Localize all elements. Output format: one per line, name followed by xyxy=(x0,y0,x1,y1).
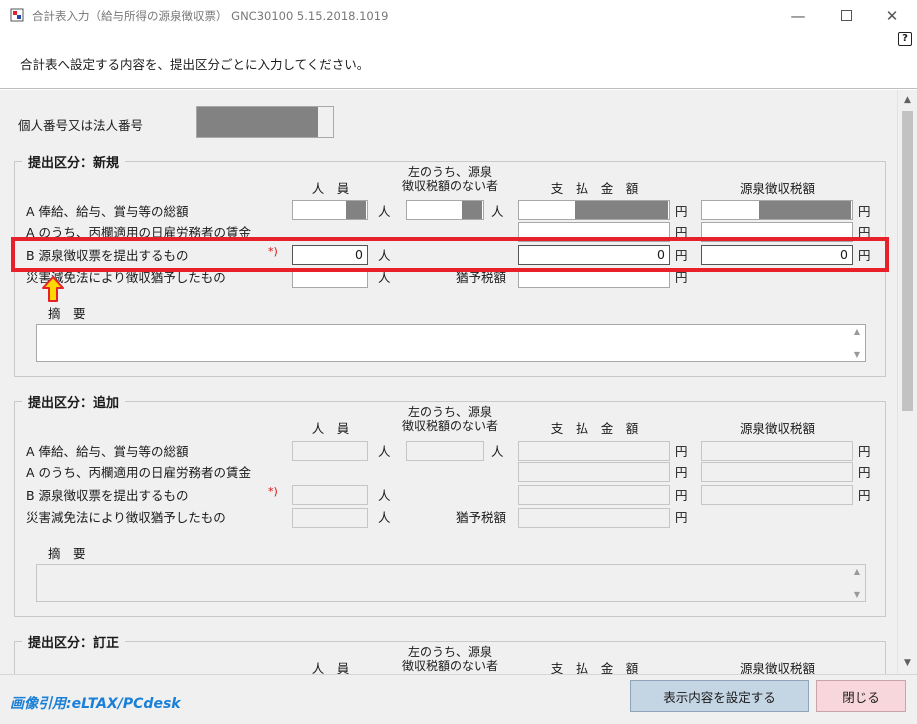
add-b-persons-input[interactable] xyxy=(292,485,368,505)
scroll-down-icon: ▼ xyxy=(853,590,861,599)
row-label-b: B 源泉徴収票を提出するもの xyxy=(26,488,189,503)
masked-value xyxy=(462,201,482,219)
scroll-down-icon: ▼ xyxy=(853,350,861,359)
bottom-bar: 画像引用:eLTAX/PCdesk 表示内容を設定する 閉じる xyxy=(0,674,917,724)
highlight-box xyxy=(11,237,889,272)
header-withholding: 源泉徴収税額 xyxy=(739,661,815,674)
unit-person: 人 xyxy=(491,444,504,459)
unit-yen: 円 xyxy=(675,204,688,219)
header-no-withholding-1: 左のうち、源泉 xyxy=(407,645,492,659)
header-payment: 支 払 金 額 xyxy=(550,181,639,196)
header-no-withholding-2: 徴収税額のない者 xyxy=(401,419,498,433)
section-correct-title: 提出区分：訂正 xyxy=(22,632,126,651)
masked-value xyxy=(759,201,851,219)
add-a2-withholding-input[interactable] xyxy=(701,462,853,482)
individual-number-label: 個人番号又は法人番号 xyxy=(18,118,144,133)
add-a1-withholding-input[interactable] xyxy=(701,441,853,461)
masked-value xyxy=(346,201,366,219)
header-withholding: 源泉徴収税額 xyxy=(739,421,815,436)
add-a1-persons-input[interactable] xyxy=(292,441,368,461)
add-d-deferred-input[interactable] xyxy=(518,508,670,528)
scrollbar-thumb[interactable] xyxy=(902,111,913,411)
unit-person: 人 xyxy=(378,488,391,503)
scroll-up-icon: ▲ xyxy=(853,327,861,336)
scroll-down-icon[interactable]: ▼ xyxy=(898,655,917,672)
unit-yen: 円 xyxy=(858,444,871,459)
unit-person: 人 xyxy=(378,444,391,459)
app-icon xyxy=(10,8,24,22)
maximize-icon xyxy=(840,10,852,21)
add-a1-payment-input[interactable] xyxy=(518,441,670,461)
header-no-withholding-1: 左のうち、源泉 xyxy=(407,405,492,419)
unit-person: 人 xyxy=(378,510,391,525)
minimize-button[interactable]: — xyxy=(775,0,821,31)
unit-yen: 円 xyxy=(858,465,871,480)
vertical-scrollbar[interactable]: ▲ ▼ xyxy=(897,90,917,674)
row-label-a1: A 俸給、給与、賞与等の総額 xyxy=(26,444,189,459)
add-a2-payment-input[interactable] xyxy=(518,462,670,482)
header-withholding: 源泉徴収税額 xyxy=(739,181,815,196)
add-b-payment-input[interactable] xyxy=(518,485,670,505)
unit-yen: 円 xyxy=(675,465,688,480)
section-add-title: 提出区分：追加 xyxy=(22,392,126,411)
header-persons: 人 員 xyxy=(311,661,350,674)
help-icon[interactable]: ? xyxy=(898,32,912,46)
header-no-withholding-1: 左のうち、源泉 xyxy=(407,165,492,179)
yellow-arrow-icon xyxy=(42,276,64,302)
close-window-button[interactable]: ✕ xyxy=(869,0,915,31)
unit-yen: 円 xyxy=(675,488,688,503)
close-icon: ✕ xyxy=(885,6,899,25)
add-b-withholding-input[interactable] xyxy=(701,485,853,505)
header-no-withholding-2: 徴収税額のない者 xyxy=(401,659,498,673)
image-credit: 画像引用:eLTAX/PCdesk xyxy=(10,696,181,712)
close-button[interactable]: 閉じる xyxy=(816,680,906,712)
set-display-button[interactable]: 表示内容を設定する xyxy=(630,680,809,712)
scroll-area[interactable]: 個人番号又は法人番号 提出区分：新規 人 員 左のうち、源泉 徴収税額のない者 … xyxy=(0,90,897,674)
window-title: 合計表入力（給与所得の源泉徴収票） GNC30100 5.15.2018.101… xyxy=(32,9,389,23)
title-bar: 合計表入力（給与所得の源泉徴収票） GNC30100 5.15.2018.101… xyxy=(0,0,917,31)
add-memo-textarea[interactable]: ▲ ▼ xyxy=(36,564,866,602)
unit-yen: 円 xyxy=(858,204,871,219)
memo-textarea[interactable]: ▲ ▼ xyxy=(36,324,866,362)
masked-value xyxy=(197,107,318,137)
unit-yen: 円 xyxy=(675,444,688,459)
unit-person: 人 xyxy=(378,204,391,219)
form-content: 個人番号又は法人番号 提出区分：新規 人 員 左のうち、源泉 徴収税額のない者 … xyxy=(0,90,897,674)
header-payment: 支 払 金 額 xyxy=(550,421,639,436)
unit-yen: 円 xyxy=(675,510,688,525)
masked-value xyxy=(575,201,668,219)
row-label-a1: A 俸給、給与、賞与等の総額 xyxy=(26,204,189,219)
divider xyxy=(0,88,917,89)
header-payment: 支 払 金 額 xyxy=(550,661,639,674)
add-d-persons-input[interactable] xyxy=(292,508,368,528)
instruction-text: 合計表へ設定する内容を、提出区分ごとに入力してください。 xyxy=(20,57,370,72)
deferred-label: 猶予税額 xyxy=(456,510,507,525)
unit-yen: 円 xyxy=(858,488,871,503)
row-label-d: 災害減免法により徴収猶予したもの xyxy=(26,510,226,525)
header-no-withholding-2: 徴収税額のない者 xyxy=(401,179,498,193)
unit-person: 人 xyxy=(491,204,504,219)
scroll-up-icon[interactable]: ▲ xyxy=(898,92,917,109)
memo-label: 摘 要 xyxy=(48,306,86,321)
section-new-title: 提出区分：新規 xyxy=(22,152,126,171)
header-persons: 人 員 xyxy=(311,421,350,436)
memo-label: 摘 要 xyxy=(48,546,86,561)
add-a1-no-withholding-input[interactable] xyxy=(406,441,484,461)
header-persons: 人 員 xyxy=(311,181,350,196)
row-label-a2: A のうち、丙欄適用の日雇労務者の賃金 xyxy=(26,465,252,480)
maximize-button[interactable] xyxy=(823,0,869,31)
required-mark: *) xyxy=(268,485,278,498)
scroll-up-icon: ▲ xyxy=(853,567,861,576)
minimize-icon: — xyxy=(790,6,806,25)
